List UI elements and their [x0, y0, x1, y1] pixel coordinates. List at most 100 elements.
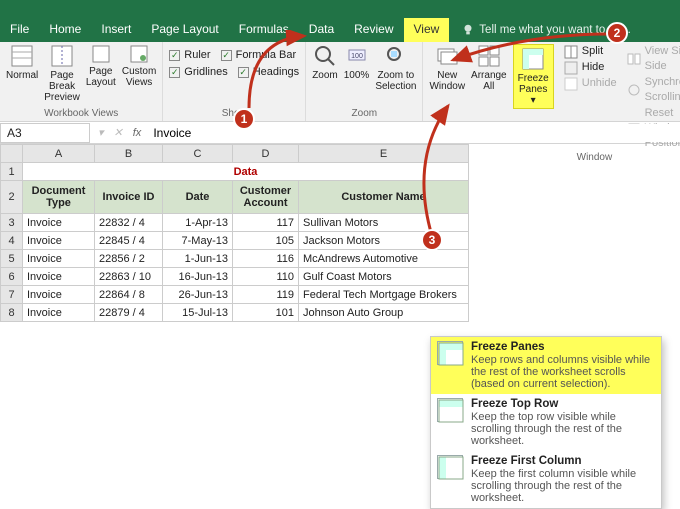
arrangeall-button[interactable]: Arrange All: [471, 44, 507, 92]
cell-cust[interactable]: Gulf Coast Motors: [299, 268, 469, 286]
cell-id[interactable]: 22845 / 4: [95, 232, 163, 250]
tab-home[interactable]: Home: [39, 18, 91, 42]
tab-formulas[interactable]: Formulas: [229, 18, 299, 42]
gridlines-checkbox[interactable]: ✓Gridlines: [169, 65, 227, 80]
cell-doc[interactable]: Invoice: [23, 214, 95, 232]
col-C[interactable]: C: [163, 145, 233, 163]
hdr-invid[interactable]: Invoice ID: [95, 181, 163, 214]
headings-checkbox[interactable]: ✓Headings: [238, 65, 299, 80]
table-row[interactable]: 3 Invoice 22832 / 4 1-Apr-13 117 Sulliva…: [1, 214, 469, 232]
customviews-button[interactable]: Custom Views: [122, 44, 156, 88]
hdr-name[interactable]: Customer Name: [299, 181, 469, 214]
cell-id[interactable]: 22864 / 8: [95, 286, 163, 304]
cell-date[interactable]: 16-Jun-13: [163, 268, 233, 286]
grid[interactable]: A B C D E 1Data 2 Document Type Invoice …: [0, 144, 469, 322]
name-box[interactable]: A3: [0, 123, 90, 143]
table-row[interactable]: 8 Invoice 22879 / 4 15-Jul-13 101 Johnso…: [1, 304, 469, 322]
row-8[interactable]: 8: [1, 304, 23, 322]
fp-title: Freeze Panes: [471, 341, 655, 353]
zoom100-label: 100%: [344, 70, 370, 81]
group-workbook-views: Normal Page Break Preview Page Layout Cu…: [0, 42, 163, 121]
pagebreak-button[interactable]: Page Break Preview: [44, 44, 80, 103]
row-1[interactable]: 1: [1, 163, 23, 181]
row-6[interactable]: 6: [1, 268, 23, 286]
table-row[interactable]: 5 Invoice 22856 / 2 1-Jun-13 116 McAndre…: [1, 250, 469, 268]
unhide-button[interactable]: Unhide: [564, 76, 617, 91]
pagelayout-button[interactable]: Page Layout: [86, 44, 116, 88]
col-D[interactable]: D: [233, 145, 299, 163]
split-button[interactable]: Split: [564, 44, 617, 59]
fx-label[interactable]: fx: [133, 127, 142, 139]
cell-acct[interactable]: 110: [233, 268, 299, 286]
cell-doc[interactable]: Invoice: [23, 250, 95, 268]
zoomselection-button[interactable]: Zoom to Selection: [375, 44, 416, 92]
col-A[interactable]: A: [23, 145, 95, 163]
cell-doc[interactable]: Invoice: [23, 286, 95, 304]
tab-review[interactable]: Review: [344, 18, 403, 42]
cell-acct[interactable]: 101: [233, 304, 299, 322]
sync-button[interactable]: Synchronous Scrolling: [627, 75, 680, 105]
tab-file[interactable]: File: [0, 18, 39, 42]
hdr-date[interactable]: Date: [163, 181, 233, 214]
ruler-checkbox[interactable]: ✓Ruler: [169, 48, 210, 63]
cell-cust[interactable]: Jackson Motors: [299, 232, 469, 250]
cell-acct[interactable]: 117: [233, 214, 299, 232]
cell-id[interactable]: 22832 / 4: [95, 214, 163, 232]
cell-acct[interactable]: 116: [233, 250, 299, 268]
table-row[interactable]: 4 Invoice 22845 / 4 7-May-13 105 Jackson…: [1, 232, 469, 250]
hdr-acct[interactable]: Customer Account: [233, 181, 299, 214]
tab-data[interactable]: Data: [299, 18, 344, 42]
cell-doc[interactable]: Invoice: [23, 304, 95, 322]
zoom100-button[interactable]: 100 100%: [344, 44, 370, 81]
zoom-button[interactable]: Zoom: [312, 44, 338, 81]
cell-doc[interactable]: Invoice: [23, 268, 95, 286]
cell-date[interactable]: 1-Apr-13: [163, 214, 233, 232]
row-3[interactable]: 3: [1, 214, 23, 232]
cell-date[interactable]: 15-Jul-13: [163, 304, 233, 322]
menu-freeze-panes[interactable]: Freeze PanesKeep rows and columns visibl…: [431, 337, 661, 394]
cell-cust[interactable]: McAndrews Automotive: [299, 250, 469, 268]
header-title[interactable]: Data: [23, 163, 469, 181]
newwindow-button[interactable]: New Window: [429, 44, 465, 92]
tab-pagelayout[interactable]: Page Layout: [141, 18, 228, 42]
cell-date[interactable]: 7-May-13: [163, 232, 233, 250]
badge-3: 3: [421, 229, 443, 251]
cell-date[interactable]: 26-Jun-13: [163, 286, 233, 304]
normal-button[interactable]: Normal: [6, 44, 38, 81]
hdr-doctype[interactable]: Document Type: [23, 181, 95, 214]
cell-doc[interactable]: Invoice: [23, 232, 95, 250]
group-window: New Window Arrange All Freeze Panes ▾ Sp…: [423, 42, 680, 121]
table-row[interactable]: 7 Invoice 22864 / 8 26-Jun-13 119 Federa…: [1, 286, 469, 304]
menu-freeze-first-column[interactable]: Freeze First ColumnKeep the first column…: [431, 451, 661, 508]
newwindow-icon: [435, 44, 459, 68]
col-E[interactable]: E: [299, 145, 469, 163]
sidebyside-button[interactable]: View Side by Side: [627, 44, 680, 74]
freezepanes-button[interactable]: Freeze Panes ▾: [513, 44, 554, 109]
newwindow-label1: New: [437, 70, 457, 81]
select-all[interactable]: [1, 145, 23, 163]
cell-cust[interactable]: Johnson Auto Group: [299, 304, 469, 322]
pagelayout-icon: [91, 44, 111, 64]
cell-acct[interactable]: 105: [233, 232, 299, 250]
row-7[interactable]: 7: [1, 286, 23, 304]
formula-bar[interactable]: [149, 124, 680, 142]
cell-acct[interactable]: 119: [233, 286, 299, 304]
sync-icon: [627, 83, 641, 97]
row-5[interactable]: 5: [1, 250, 23, 268]
cell-cust[interactable]: Federal Tech Mortgage Brokers: [299, 286, 469, 304]
tab-insert[interactable]: Insert: [91, 18, 141, 42]
table-row[interactable]: 6 Invoice 22863 / 10 16-Jun-13 110 Gulf …: [1, 268, 469, 286]
cell-id[interactable]: 22863 / 10: [95, 268, 163, 286]
row-2[interactable]: 2: [1, 181, 23, 214]
menu-freeze-top-row[interactable]: Freeze Top RowKeep the top row visible w…: [431, 394, 661, 451]
cell-id[interactable]: 22879 / 4: [95, 304, 163, 322]
tab-view[interactable]: View: [404, 18, 450, 42]
formulabar-checkbox[interactable]: ✓Formula Bar: [221, 48, 297, 63]
row-4[interactable]: 4: [1, 232, 23, 250]
col-B[interactable]: B: [95, 145, 163, 163]
cell-date[interactable]: 1-Jun-13: [163, 250, 233, 268]
cell-cust[interactable]: Sullivan Motors: [299, 214, 469, 232]
hide-button[interactable]: Hide: [564, 60, 617, 75]
cell-id[interactable]: 22856 / 2: [95, 250, 163, 268]
ribbon-tabs: File Home Insert Page Layout Formulas Da…: [0, 18, 680, 42]
